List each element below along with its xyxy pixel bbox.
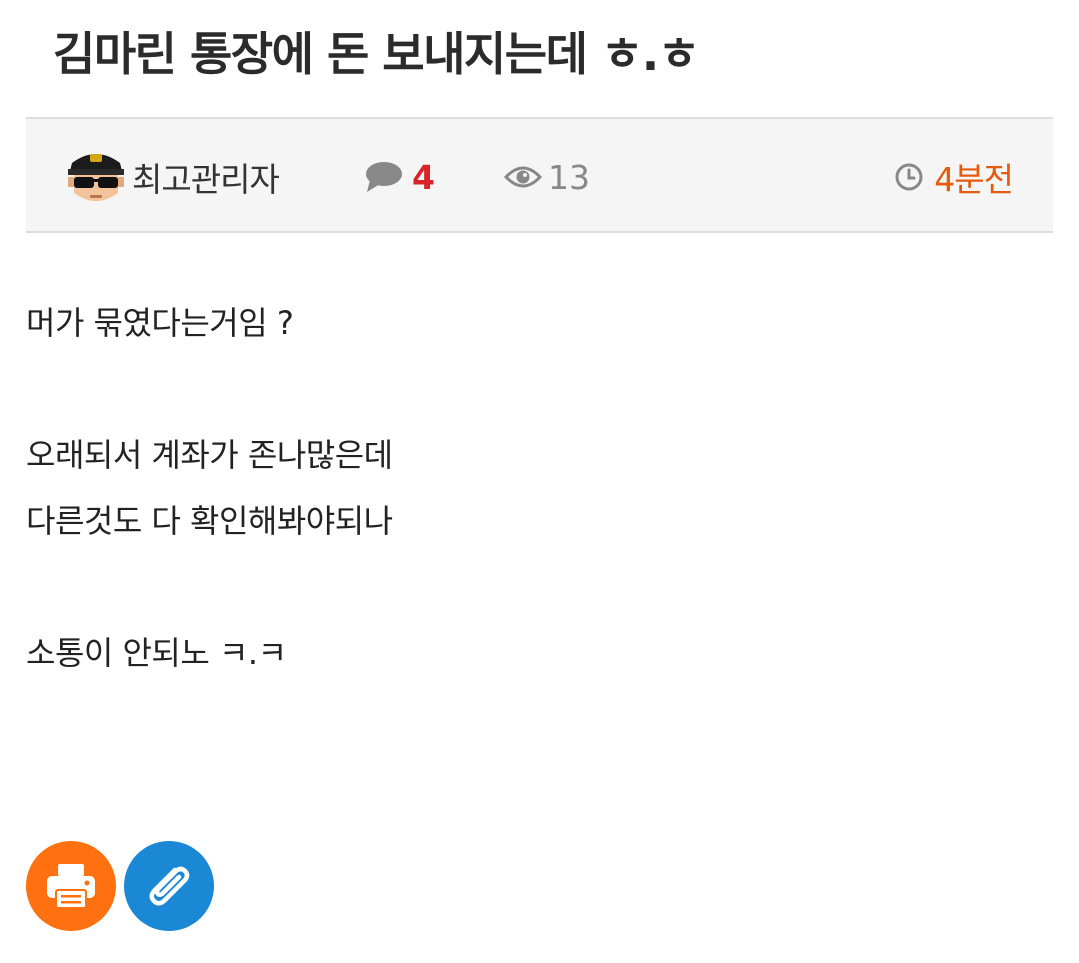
content-line: 소통이 안되노 ㅋ.ㅋ (26, 634, 287, 672)
view-count: 13 (504, 156, 590, 198)
comment-count[interactable]: 4 (364, 156, 435, 198)
link-button[interactable] (124, 841, 214, 931)
time-ago: 4분전 (934, 160, 1014, 199)
post-content: 머가 묶였다는거임 ? 오래되서 계좌가 존나많은데 다른것도 다 확인해봐야되… (26, 290, 1026, 686)
printer-icon (47, 864, 95, 909)
content-line: 머가 묶였다는거임 ? (26, 304, 294, 342)
post-meta-bar: 최고관리자 4 13 4분전 (26, 117, 1053, 233)
content-line: 오래되서 계좌가 존나많은데 (26, 436, 393, 474)
content-line (26, 356, 1026, 422)
print-button[interactable] (26, 841, 116, 931)
view-count-value: 13 (548, 157, 590, 197)
post-title: 김마린 통장에 돈 보내지는데 ㅎ.ㅎ (53, 27, 700, 81)
content-line: 다른것도 다 확인해봐야되나 (26, 502, 393, 540)
content-line (26, 554, 1026, 620)
author[interactable]: 최고관리자 (64, 147, 280, 207)
post-time: 4분전 (894, 156, 1014, 199)
eye-icon (504, 166, 542, 188)
avatar (68, 154, 124, 201)
comment-count-value: 4 (412, 157, 435, 197)
clock-icon (895, 163, 923, 191)
author-name: 최고관리자 (132, 160, 280, 199)
speech-bubble-icon (366, 162, 402, 192)
paperclip-icon (149, 866, 190, 906)
